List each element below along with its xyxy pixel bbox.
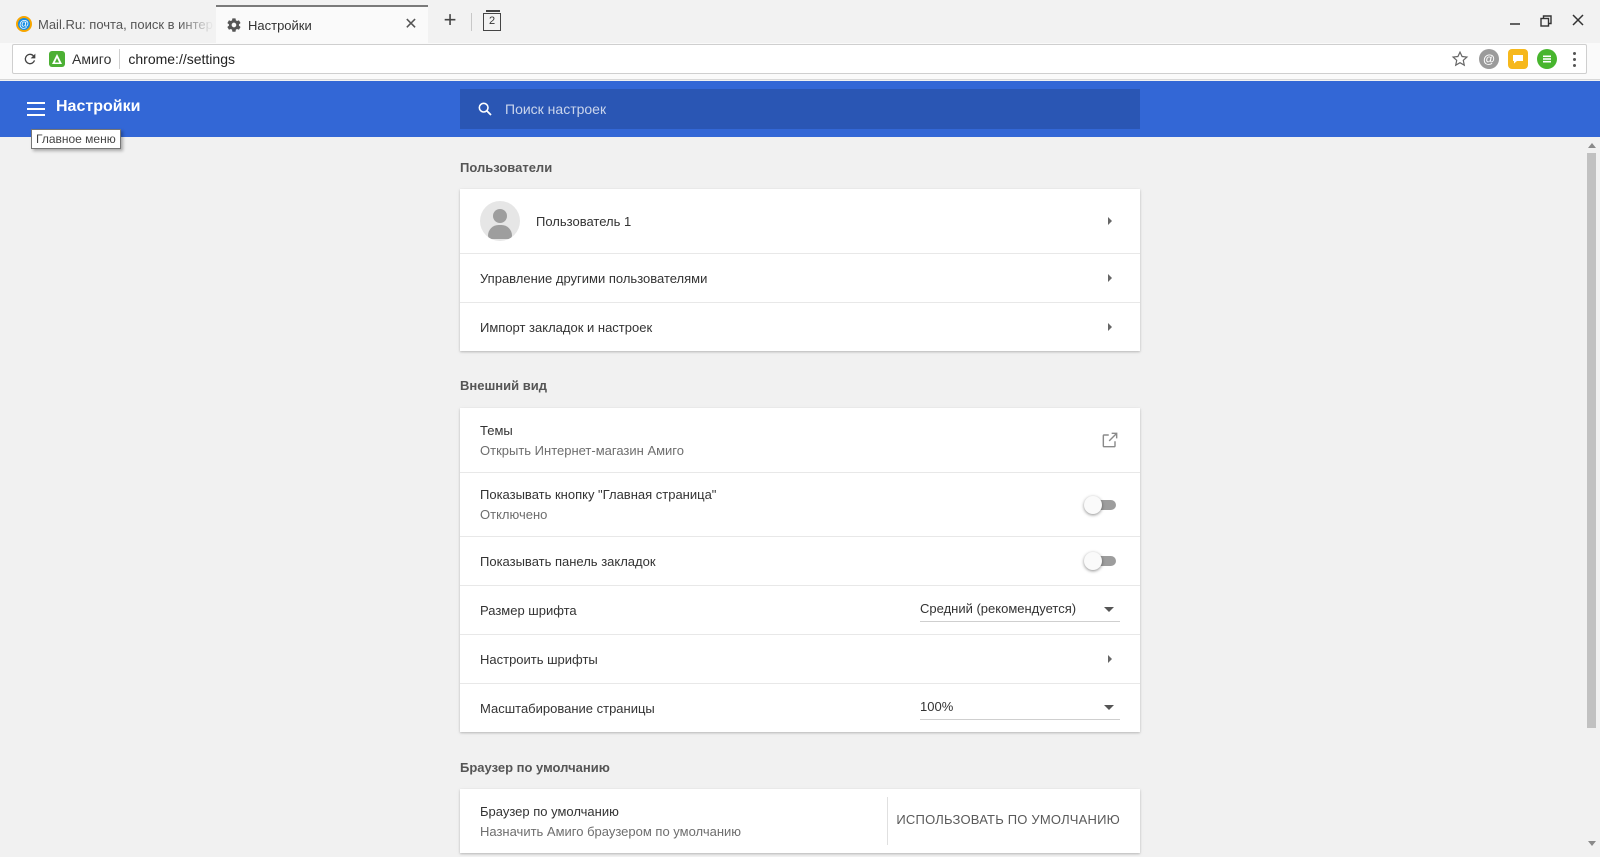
page-title: Настройки [56,98,141,115]
settings-search[interactable] [460,89,1140,129]
customize-fonts-row[interactable]: Настроить шрифты [460,634,1140,683]
chevron-right-icon [1108,323,1112,331]
home-button-toggle[interactable] [1084,495,1118,514]
home-button-text: Показывать кнопку "Главная страница" Отк… [480,487,716,522]
page-zoom-value: 100% [920,699,954,714]
mail-extension-icon[interactable]: @ [1479,49,1499,69]
mailru-icon: @ [16,16,32,32]
page-zoom-row: Масштабирование страницы 100% [460,683,1140,732]
home-button-row: Показывать кнопку "Главная страница" Отк… [460,472,1140,536]
main-menu-tooltip: Главное меню [31,129,121,149]
page-zoom-select[interactable]: 100% [920,696,1120,720]
avatar-icon [480,201,520,241]
search-icon [475,99,495,119]
tab-count-button[interactable]: 2 [483,10,501,31]
tab-mailru[interactable]: @ Mail.Ru: почта, поиск в интернете [8,5,214,43]
amigo-logo-icon [49,51,65,67]
scroll-thumb[interactable] [1587,153,1596,728]
themes-sublabel: Открыть Интернет-магазин Амиго [480,442,684,458]
profile-name: Пользователь 1 [536,213,632,229]
feed-extension-icon[interactable] [1537,49,1557,69]
section-title-default-browser: Браузер по умолчанию [460,760,610,775]
home-button-label: Показывать кнопку "Главная страница" [480,487,717,502]
omnibox[interactable]: Амиго chrome://settings @ [12,44,1587,74]
settings-content: Пользователи Пользователь 1 Управление д… [460,137,1140,857]
customize-fonts-label: Настроить шрифты [480,651,598,667]
home-button-status: Отключено [480,507,548,522]
site-name: Амиго [72,51,112,67]
bookmarks-bar-toggle[interactable] [1084,552,1118,570]
restore-icon[interactable] [1536,12,1556,32]
browser-toolbar: Амиго chrome://settings @ [0,43,1600,80]
tab-title: Настройки [248,17,312,33]
font-size-value: Средний (рекомендуется) [920,601,1077,616]
manage-users-label: Управление другими пользователями [480,270,708,286]
section-title-appearance: Внешний вид [460,378,547,393]
font-size-label: Размер шрифта [480,602,577,618]
import-bookmarks-row[interactable]: Импорт закладок и настроек [460,302,1140,351]
page-scrollbar[interactable] [1584,137,1600,857]
gear-icon [226,17,242,33]
tab-strip: @ Mail.Ru: почта, поиск в интернете Наст… [0,0,1600,43]
minimize-icon[interactable] [1505,12,1525,32]
window-close-icon[interactable] [1568,12,1588,32]
dropdown-arrow-icon [1104,607,1114,612]
chevron-right-icon [1108,274,1112,282]
row-divider [887,797,888,845]
default-browser-text: Браузер по умолчанию Назначить Амиго бра… [480,804,741,839]
default-browser-sublabel: Назначить Амиго браузером по умолчанию [480,823,742,839]
users-card: Пользователь 1 Управление другими пользо… [460,189,1140,351]
tab-separator [471,13,472,31]
chevron-right-icon [1108,217,1112,225]
chat-extension-icon[interactable] [1508,49,1528,69]
profile-row[interactable]: Пользователь 1 [460,189,1140,253]
external-link-icon[interactable] [1100,430,1120,450]
settings-header: Настройки [0,81,1600,137]
tab-title: Mail.Ru: почта, поиск в интернете [38,16,214,32]
themes-label: Темы [480,422,513,438]
font-size-select[interactable]: Средний (рекомендуется) [920,598,1120,622]
default-browser-row: Браузер по умолчанию Назначить Амиго бра… [460,789,1140,853]
default-browser-label: Браузер по умолчанию [480,803,619,819]
set-default-button[interactable]: ИСПОЛЬЗОВАТЬ ПО УМОЛЧАНИЮ [896,812,1120,827]
appearance-card: Темы Открыть Интернет-магазин Амиго Пока… [460,408,1140,732]
manage-users-row[interactable]: Управление другими пользователями [460,253,1140,302]
themes-text: Темы Открыть Интернет-магазин Амиго [480,423,684,458]
themes-row[interactable]: Темы Открыть Интернет-магазин Амиго [460,408,1140,472]
omnibox-actions: @ [1450,45,1586,73]
default-browser-card: Браузер по умолчанию Назначить Амиго бра… [460,789,1140,853]
new-tab-button[interactable]: + [440,9,460,31]
bookmarks-bar-row: Показывать панель закладок [460,536,1140,585]
browser-menu-icon[interactable] [1570,51,1578,67]
url-text[interactable]: chrome://settings [128,51,235,67]
scroll-up-icon[interactable] [1588,143,1596,148]
close-tab-icon[interactable]: ✕ [404,17,418,33]
site-chip[interactable]: Амиго [49,49,121,69]
font-size-row: Размер шрифта Средний (рекомендуется) [460,585,1140,634]
dropdown-arrow-icon [1104,705,1114,710]
chevron-right-icon [1108,655,1112,663]
search-input[interactable] [505,101,1105,117]
bookmarks-bar-label: Показывать панель закладок [480,553,656,569]
scroll-down-icon[interactable] [1588,841,1596,846]
reload-icon[interactable] [19,48,41,70]
main-menu-icon[interactable] [24,97,48,121]
section-title-users: Пользователи [460,160,553,175]
page-zoom-label: Масштабирование страницы [480,700,655,716]
bookmark-star-icon[interactable] [1450,49,1470,69]
import-bookmarks-label: Импорт закладок и настроек [480,319,653,335]
tab-settings[interactable]: Настройки ✕ [216,5,428,43]
